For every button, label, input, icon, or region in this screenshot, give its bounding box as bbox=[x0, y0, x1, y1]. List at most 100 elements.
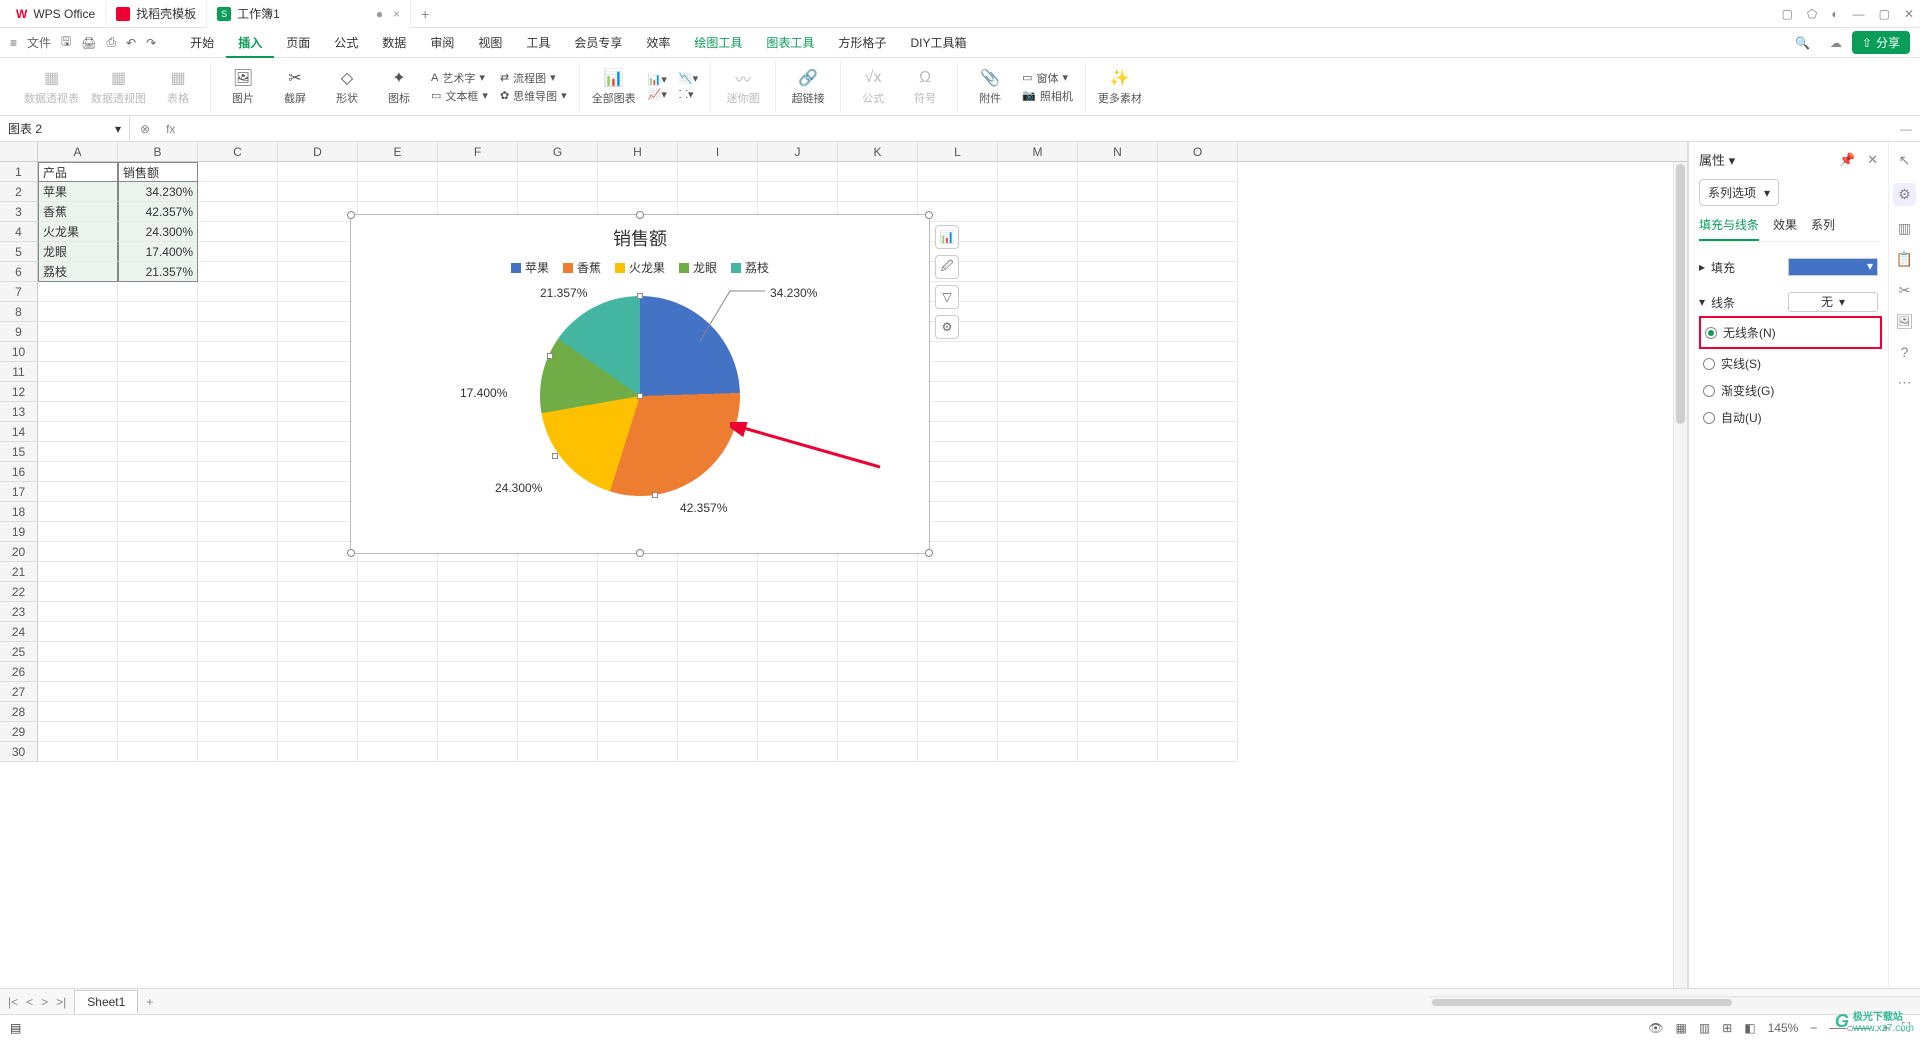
cell[interactable] bbox=[278, 242, 358, 262]
cell[interactable] bbox=[838, 642, 918, 662]
cell[interactable] bbox=[278, 562, 358, 582]
zoom-out-icon[interactable]: − bbox=[1810, 1021, 1817, 1035]
legend-item[interactable]: 荔枝 bbox=[731, 259, 769, 276]
cell[interactable] bbox=[918, 442, 998, 462]
view-page-icon[interactable]: ▥ bbox=[1699, 1021, 1710, 1035]
cell[interactable]: 火龙果 bbox=[38, 222, 118, 242]
cell[interactable] bbox=[278, 342, 358, 362]
row-header[interactable]: 1 bbox=[0, 162, 38, 182]
cell[interactable] bbox=[998, 622, 1078, 642]
cell[interactable] bbox=[998, 182, 1078, 202]
cell[interactable] bbox=[1078, 582, 1158, 602]
pivot-chart-button[interactable]: ▦数据透视图 bbox=[91, 68, 146, 106]
cell[interactable] bbox=[278, 322, 358, 342]
cell[interactable] bbox=[758, 182, 838, 202]
cell[interactable] bbox=[118, 682, 198, 702]
cell[interactable] bbox=[998, 322, 1078, 342]
cell[interactable] bbox=[758, 642, 838, 662]
settings-strip-icon[interactable]: ⚙ bbox=[1893, 183, 1916, 206]
cell[interactable] bbox=[838, 182, 918, 202]
legend-item[interactable]: 苹果 bbox=[511, 259, 549, 276]
cell[interactable] bbox=[678, 602, 758, 622]
bar-chart-icon[interactable]: 📊▾ bbox=[648, 73, 667, 86]
pin-icon[interactable]: 📌 bbox=[1839, 152, 1855, 167]
new-tab-button[interactable]: + bbox=[411, 6, 439, 22]
cell[interactable] bbox=[518, 562, 598, 582]
cell[interactable] bbox=[918, 562, 998, 582]
col-header[interactable]: H bbox=[598, 142, 678, 161]
cell[interactable] bbox=[758, 722, 838, 742]
cell[interactable] bbox=[438, 622, 518, 642]
cell[interactable] bbox=[198, 522, 278, 542]
cell[interactable] bbox=[998, 542, 1078, 562]
cell[interactable] bbox=[998, 162, 1078, 182]
cell[interactable] bbox=[518, 602, 598, 622]
cell[interactable] bbox=[918, 602, 998, 622]
cell[interactable] bbox=[518, 162, 598, 182]
cell[interactable] bbox=[278, 722, 358, 742]
cell[interactable] bbox=[198, 482, 278, 502]
cell[interactable] bbox=[598, 622, 678, 642]
cell[interactable] bbox=[1078, 602, 1158, 622]
cell[interactable] bbox=[598, 742, 678, 762]
cell[interactable] bbox=[918, 682, 998, 702]
cell[interactable] bbox=[198, 342, 278, 362]
cell[interactable] bbox=[518, 182, 598, 202]
cell[interactable] bbox=[518, 682, 598, 702]
cell[interactable] bbox=[918, 382, 998, 402]
sheet-last-icon[interactable]: >| bbox=[56, 995, 66, 1009]
cell[interactable] bbox=[918, 622, 998, 642]
line-style-select[interactable]: 无▾ bbox=[1788, 292, 1878, 312]
more-assets-button[interactable]: ✨更多素材 bbox=[1098, 68, 1142, 106]
pivot-table-button[interactable]: ▦数据透视表 bbox=[24, 68, 79, 106]
cell[interactable] bbox=[518, 662, 598, 682]
screenshot-button[interactable]: ✂截屏 bbox=[275, 68, 315, 106]
sparkline-button[interactable]: 〰迷你图 bbox=[723, 68, 763, 106]
cell[interactable] bbox=[918, 162, 998, 182]
cell[interactable] bbox=[518, 582, 598, 602]
sheet-tab-1[interactable]: Sheet1 bbox=[74, 990, 138, 1013]
name-box[interactable]: 图表 2 ▾ bbox=[0, 116, 130, 141]
cell[interactable] bbox=[1078, 282, 1158, 302]
cell[interactable] bbox=[998, 402, 1078, 422]
picture-button[interactable]: 🖼图片 bbox=[223, 68, 263, 106]
col-header[interactable]: O bbox=[1158, 142, 1238, 161]
collapse-ribbon-icon[interactable]: — bbox=[1892, 122, 1920, 136]
cell[interactable] bbox=[38, 362, 118, 382]
series-options-dropdown[interactable]: 系列选项▾ bbox=[1699, 179, 1779, 206]
cell[interactable]: 21.357% bbox=[118, 262, 198, 282]
cell[interactable] bbox=[278, 582, 358, 602]
cell[interactable]: 42.357% bbox=[118, 202, 198, 222]
cell[interactable]: 34.230% bbox=[118, 182, 198, 202]
cell[interactable] bbox=[358, 702, 438, 722]
cell[interactable] bbox=[198, 442, 278, 462]
cell[interactable] bbox=[278, 162, 358, 182]
cell[interactable] bbox=[1158, 322, 1238, 342]
cell[interactable] bbox=[358, 682, 438, 702]
cell[interactable] bbox=[678, 182, 758, 202]
cell[interactable] bbox=[1158, 382, 1238, 402]
chart-title[interactable]: 销售额 bbox=[351, 225, 929, 251]
cell[interactable] bbox=[118, 722, 198, 742]
cell[interactable] bbox=[438, 602, 518, 622]
cell[interactable] bbox=[438, 162, 518, 182]
minimize-icon[interactable]: — bbox=[1853, 7, 1865, 21]
menu-tab-11[interactable]: 图表工具 bbox=[754, 28, 826, 58]
cell[interactable] bbox=[1158, 622, 1238, 642]
menu-tab-9[interactable]: 效率 bbox=[634, 28, 682, 58]
menu-tab-4[interactable]: 数据 bbox=[370, 28, 418, 58]
cell[interactable] bbox=[38, 442, 118, 462]
col-header[interactable]: M bbox=[998, 142, 1078, 161]
row-header[interactable]: 16 bbox=[0, 462, 38, 482]
row-header[interactable]: 25 bbox=[0, 642, 38, 662]
cell[interactable] bbox=[918, 482, 998, 502]
cell[interactable] bbox=[918, 182, 998, 202]
fill-section-toggle[interactable]: ▸ 填充 ▾ bbox=[1699, 258, 1878, 276]
cell[interactable] bbox=[38, 402, 118, 422]
select-tool-icon[interactable]: ↖ bbox=[1899, 152, 1911, 169]
cell[interactable] bbox=[118, 342, 198, 362]
cell[interactable] bbox=[1158, 522, 1238, 542]
row-header[interactable]: 10 bbox=[0, 342, 38, 362]
cell[interactable] bbox=[598, 162, 678, 182]
menu-tab-1[interactable]: 插入 bbox=[226, 28, 274, 58]
